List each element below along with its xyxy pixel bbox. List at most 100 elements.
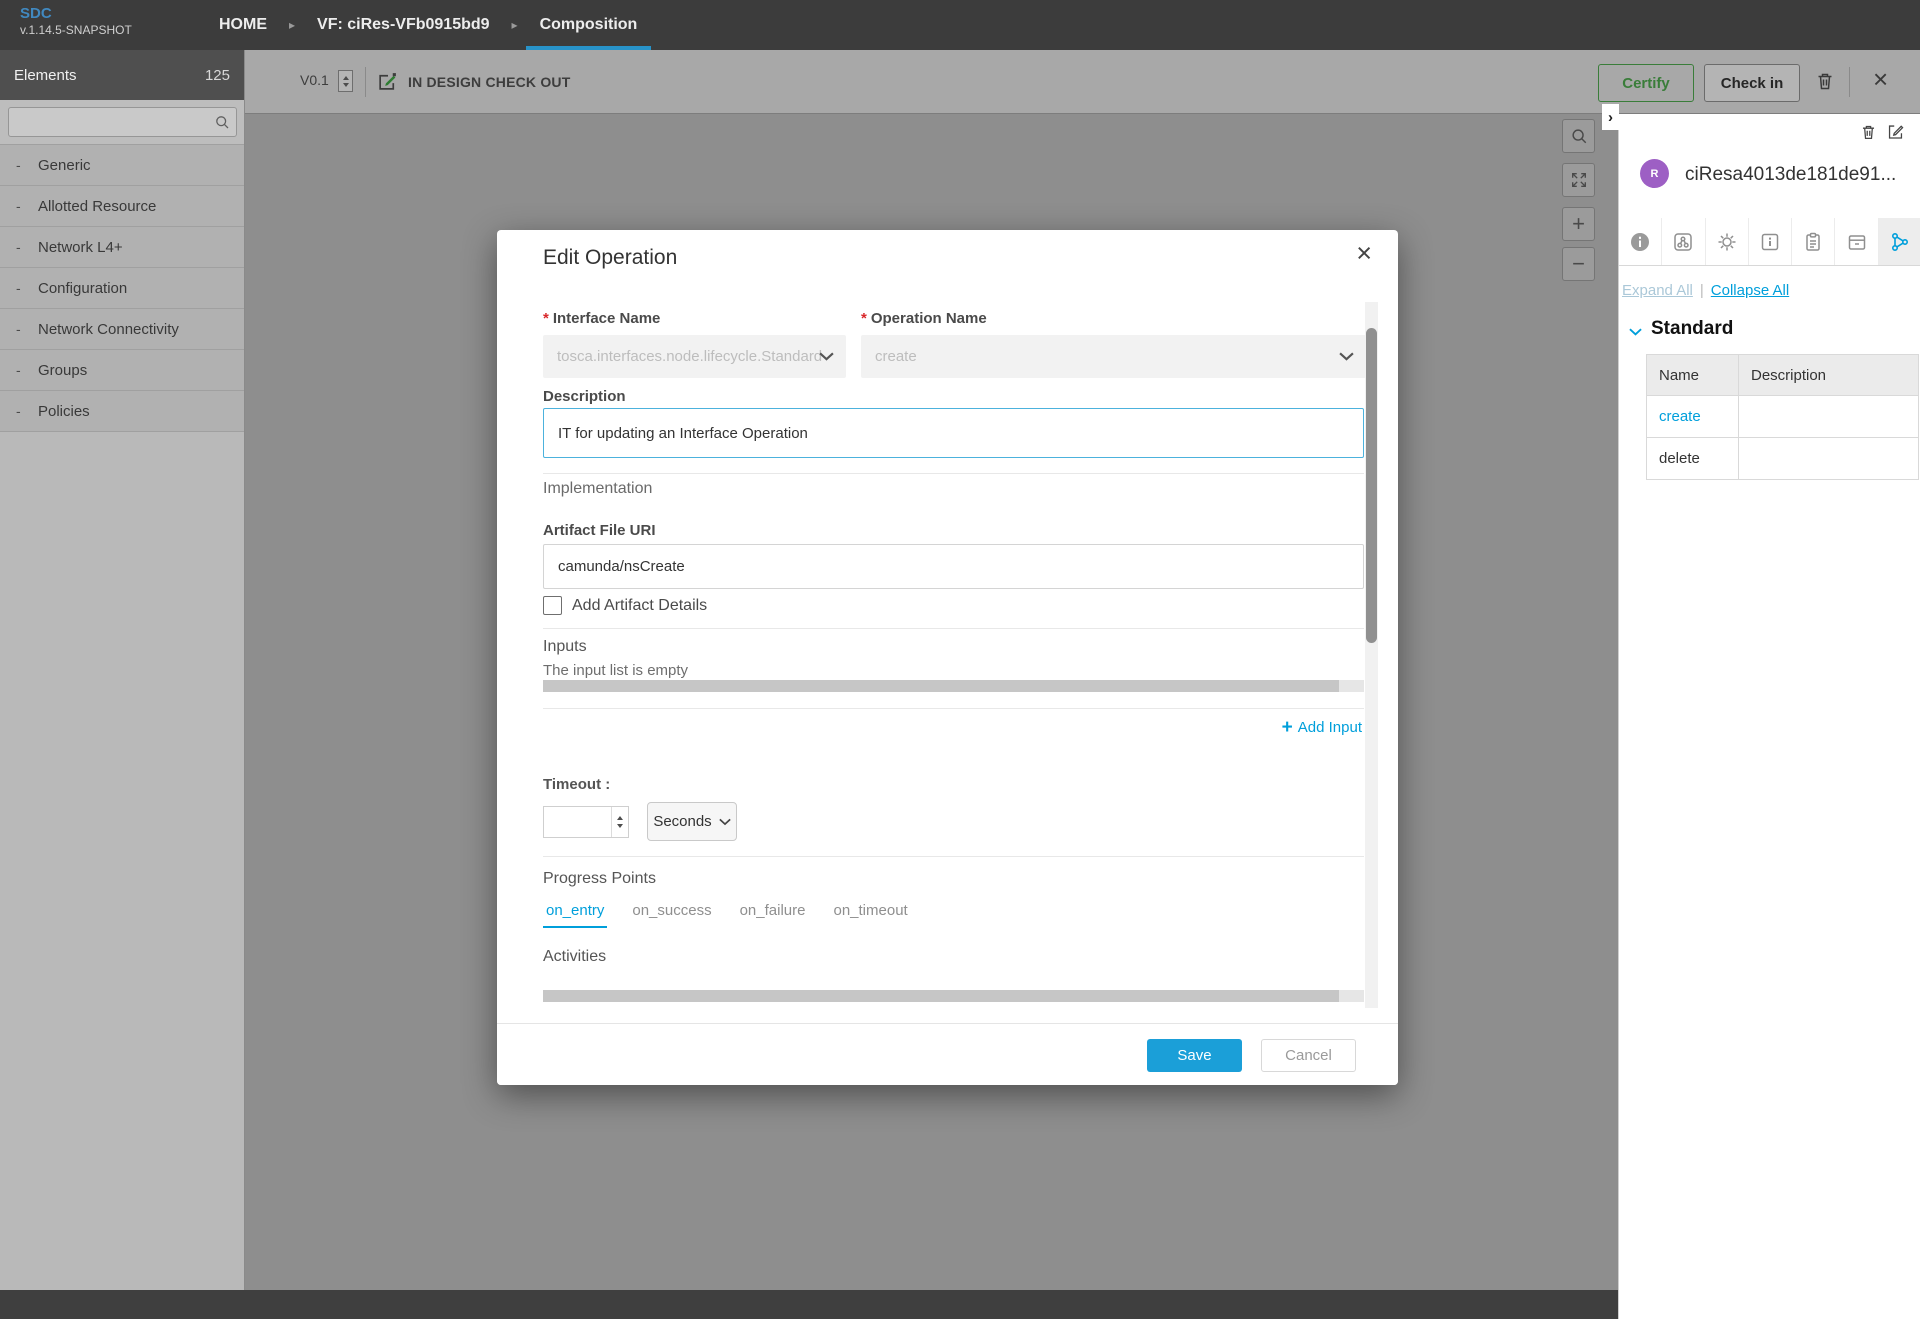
tab-settings[interactable]	[1706, 218, 1749, 265]
operation-create-link[interactable]: create	[1647, 396, 1739, 437]
fullscreen-icon	[1570, 171, 1588, 189]
standard-section-header[interactable]: Standard	[1629, 318, 1733, 340]
tab-on-timeout[interactable]: on_timeout	[830, 902, 910, 928]
col-header-description: Description	[1739, 355, 1918, 395]
spinner-down-icon	[343, 83, 349, 87]
tab-general-info[interactable]	[1619, 218, 1662, 265]
sidebar-item-network-connectivity[interactable]: - Network Connectivity	[0, 309, 244, 350]
required-asterisk: *	[861, 310, 867, 327]
sidebar-item-configuration[interactable]: - Configuration	[0, 268, 244, 309]
close-composition-icon[interactable]: ×	[1873, 66, 1888, 92]
add-artifact-row: Add Artifact Details	[543, 596, 707, 615]
version-spinner[interactable]	[338, 70, 353, 92]
dash-icon: -	[16, 280, 21, 296]
save-button[interactable]: Save	[1147, 1039, 1242, 1072]
table-header-row: Name Description	[1647, 355, 1918, 396]
activities-horizontal-scrollbar[interactable]	[543, 990, 1364, 1002]
chevron-down-icon	[1339, 352, 1354, 361]
scrollbar-thumb[interactable]	[543, 680, 1339, 692]
divider	[543, 628, 1364, 629]
breadcrumb-arrow-icon: ▸	[281, 0, 303, 50]
divider	[543, 473, 1364, 474]
scrollbar-thumb[interactable]	[543, 990, 1339, 1002]
tab-on-entry[interactable]: on_entry	[543, 902, 607, 928]
sidebar-item-network-l4[interactable]: - Network L4+	[0, 227, 244, 268]
modal-vertical-scrollbar[interactable]	[1365, 302, 1378, 1008]
expand-all-link[interactable]: Expand All	[1622, 282, 1693, 299]
avatar: R	[1640, 159, 1669, 188]
panel-collapse-toggle[interactable]: ›	[1602, 104, 1619, 130]
clipboard-icon	[1802, 231, 1824, 253]
timeout-spinner[interactable]	[611, 807, 628, 837]
workflow-icon	[1889, 231, 1911, 253]
inputs-horizontal-scrollbar[interactable]	[543, 680, 1364, 692]
operation-description	[1739, 396, 1918, 437]
breadcrumb-home[interactable]: HOME	[205, 0, 281, 50]
checkout-pencil-icon	[377, 71, 398, 92]
sidebar-item-groups[interactable]: - Groups	[0, 350, 244, 391]
artifact-uri-label: Artifact File URI	[543, 522, 656, 539]
elements-search-input[interactable]	[8, 107, 237, 137]
breadcrumb-vf[interactable]: VF: ciRes-VFb0915bd9	[303, 0, 504, 50]
tab-requirements[interactable]	[1792, 218, 1835, 265]
checkin-button[interactable]: Check in	[1704, 64, 1800, 102]
required-asterisk: *	[543, 310, 549, 327]
delete-icon[interactable]	[1815, 71, 1835, 93]
add-input-button[interactable]: + Add Input	[1282, 718, 1362, 737]
tab-on-failure[interactable]: on_failure	[737, 902, 809, 928]
plus-icon: +	[1572, 211, 1585, 237]
table-row[interactable]: create	[1647, 396, 1918, 438]
panel-tabs	[1619, 218, 1920, 266]
canvas-search-button[interactable]	[1562, 119, 1595, 153]
modal-title: Edit Operation	[543, 246, 677, 270]
dash-icon: -	[16, 321, 21, 337]
zoom-out-button[interactable]: −	[1562, 247, 1595, 281]
lifecycle-status-text: IN DESIGN CHECK OUT	[408, 74, 570, 90]
collapse-all-link[interactable]: Collapse All	[1711, 282, 1789, 299]
certify-button[interactable]: Certify	[1598, 64, 1694, 102]
artifact-uri-input[interactable]: camunda/nsCreate	[543, 544, 1364, 589]
interface-name-select[interactable]: tosca.interfaces.node.lifecycle.Standard	[543, 335, 846, 378]
tab-information[interactable]	[1749, 218, 1792, 265]
substitution-icon	[1672, 231, 1694, 253]
scrollbar-thumb[interactable]	[1366, 328, 1377, 643]
tab-operations[interactable]	[1879, 218, 1920, 265]
tab-composition[interactable]	[1662, 218, 1705, 265]
info-filled-icon	[1629, 231, 1651, 253]
dash-icon: -	[16, 403, 21, 419]
modal-close-icon[interactable]: ×	[1356, 240, 1372, 267]
elements-title: Elements	[14, 67, 77, 84]
operations-table: Name Description create delete	[1646, 354, 1919, 480]
tab-on-success[interactable]: on_success	[629, 902, 714, 928]
add-artifact-checkbox[interactable]	[543, 596, 562, 615]
add-input-label: Add Input	[1298, 719, 1362, 736]
elements-search-row	[0, 100, 244, 145]
operation-delete-label[interactable]: delete	[1647, 438, 1739, 479]
timeout-input[interactable]	[543, 806, 629, 838]
spinner-down-icon	[617, 824, 623, 828]
spinner-up-icon	[343, 76, 349, 80]
version-selector[interactable]: V0.1	[300, 72, 329, 88]
gear-icon	[1716, 231, 1738, 253]
cancel-button[interactable]: Cancel	[1261, 1039, 1356, 1072]
edit-operation-modal: Edit Operation × *Interface Name tosca.i…	[497, 230, 1398, 1085]
edit-icon[interactable]	[1887, 123, 1904, 146]
description-input[interactable]: IT for updating an Interface Operation	[543, 408, 1364, 458]
modal-footer: Save Cancel	[497, 1023, 1398, 1085]
zoom-in-button[interactable]: +	[1562, 207, 1595, 241]
sidebar-item-allotted-resource[interactable]: - Allotted Resource	[0, 186, 244, 227]
sidebar-item-generic[interactable]: - Generic	[0, 145, 244, 186]
canvas-fit-button[interactable]	[1562, 163, 1595, 197]
sidebar-item-label: Policies	[38, 403, 90, 420]
divider	[543, 708, 1364, 709]
table-row[interactable]: delete	[1647, 438, 1918, 480]
app-header: SDC v.1.14.5-SNAPSHOT HOME ▸ VF: ciRes-V…	[0, 0, 1920, 50]
breadcrumb-composition[interactable]: Composition	[526, 0, 652, 50]
sidebar-item-policies[interactable]: - Policies	[0, 391, 244, 432]
dash-icon: -	[16, 362, 21, 378]
trash-icon[interactable]	[1860, 123, 1877, 146]
timeout-unit-select[interactable]: Seconds	[647, 802, 737, 841]
operation-name-select[interactable]: create	[861, 335, 1366, 378]
tab-deployment[interactable]	[1835, 218, 1878, 265]
sidebar-item-label: Generic	[38, 157, 91, 174]
